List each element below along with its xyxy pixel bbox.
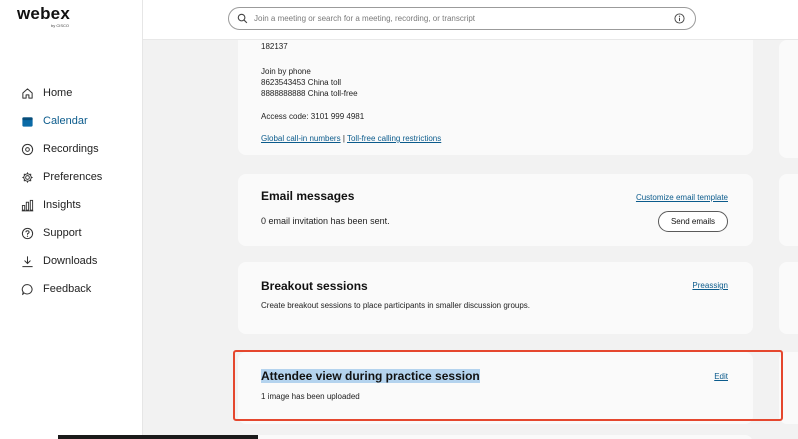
sidebar-item-recordings[interactable]: Recordings xyxy=(0,135,143,163)
sidebar-item-label: Downloads xyxy=(43,255,98,267)
sidebar-item-label: Feedback xyxy=(43,283,92,295)
global-call-in-numbers-link[interactable]: Global call-in numbers xyxy=(261,134,341,143)
access-code: Access code: 3101 999 4981 xyxy=(261,112,365,121)
sidebar-item-label: Recordings xyxy=(43,143,99,155)
sidebar-item-label: Preferences xyxy=(43,171,103,183)
side-panel-edge xyxy=(779,262,798,334)
side-panel-edge xyxy=(779,174,798,246)
email-messages-card: Email messages 0 email invitation has be… xyxy=(238,174,753,246)
tollfree-restrictions-link[interactable]: Toll-free calling restrictions xyxy=(347,134,441,143)
side-panel-edge xyxy=(779,40,798,158)
sidebar-item-home[interactable]: Home xyxy=(0,79,143,107)
breakout-sessions-card: Breakout sessions Create breakout sessio… xyxy=(238,262,753,334)
search-bar[interactable] xyxy=(228,7,696,30)
email-card-title: Email messages xyxy=(261,189,355,203)
gear-icon xyxy=(20,170,34,184)
attendee-upload-status: 1 image has been uploaded xyxy=(261,392,360,401)
sidebar-item-label: Home xyxy=(43,87,73,99)
attendee-view-card: Attendee view during practice session 1 … xyxy=(238,352,753,424)
attendee-card-title: Attendee view during practice session xyxy=(261,369,480,383)
insights-icon xyxy=(20,198,34,212)
preassign-link[interactable]: Preassign xyxy=(692,281,728,290)
sidebar-item-preferences[interactable]: Preferences xyxy=(0,163,143,191)
sidebar-item-label: Insights xyxy=(43,199,81,211)
logo-text: webex xyxy=(17,4,70,23)
main-content: 182137 Join by phone 8623543453 China to… xyxy=(143,40,798,439)
sidebar-item-label: Calendar xyxy=(43,115,88,127)
calendar-icon xyxy=(20,114,34,128)
info-icon[interactable] xyxy=(674,13,685,24)
sidebar-item-label: Support xyxy=(43,227,82,239)
join-by-phone-label: Join by phone xyxy=(261,67,311,76)
phone-toll: 8623543453 China toll xyxy=(261,78,342,87)
phone-tollfree: 8888888888 China toll-free xyxy=(261,89,358,98)
sidebar: webex by CISCO Home Calendar Recordings xyxy=(0,0,143,439)
sidebar-item-insights[interactable]: Insights xyxy=(0,191,143,219)
search-icon xyxy=(237,13,248,24)
feedback-icon xyxy=(20,282,34,296)
download-icon xyxy=(20,254,34,268)
side-panel-edge xyxy=(779,352,798,424)
top-bar xyxy=(143,0,798,40)
sidebar-item-support[interactable]: Support xyxy=(0,219,143,247)
bottom-edge-bar xyxy=(58,435,258,439)
recordings-icon xyxy=(20,142,34,156)
email-status: 0 email invitation has been sent. xyxy=(261,216,390,226)
customize-email-template-link[interactable]: Customize email template xyxy=(636,193,728,202)
home-icon xyxy=(20,86,34,100)
send-emails-button[interactable]: Send emails xyxy=(657,211,728,232)
edit-link[interactable]: Edit xyxy=(714,372,728,381)
sidebar-item-calendar[interactable]: Calendar xyxy=(0,107,143,135)
next-card xyxy=(238,435,753,439)
meeting-number: 182137 xyxy=(261,42,288,51)
breakout-card-title: Breakout sessions xyxy=(261,279,368,293)
search-input[interactable] xyxy=(254,14,654,23)
sidebar-item-downloads[interactable]: Downloads xyxy=(0,247,143,275)
sidebar-item-feedback[interactable]: Feedback xyxy=(0,275,143,303)
sidebar-nav: Home Calendar Recordings Preferences Ins… xyxy=(0,79,143,303)
call-in-links: Global call-in numbers | Toll-free calli… xyxy=(261,134,441,143)
logo-subtext: by CISCO xyxy=(50,23,69,28)
breakout-description: Create breakout sessions to place partic… xyxy=(261,301,531,310)
help-icon xyxy=(20,226,34,240)
webex-logo[interactable]: webex by CISCO xyxy=(17,4,77,29)
meeting-info-card: 182137 Join by phone 8623543453 China to… xyxy=(238,40,753,155)
selected-title-text: Attendee view during practice session xyxy=(261,369,480,383)
